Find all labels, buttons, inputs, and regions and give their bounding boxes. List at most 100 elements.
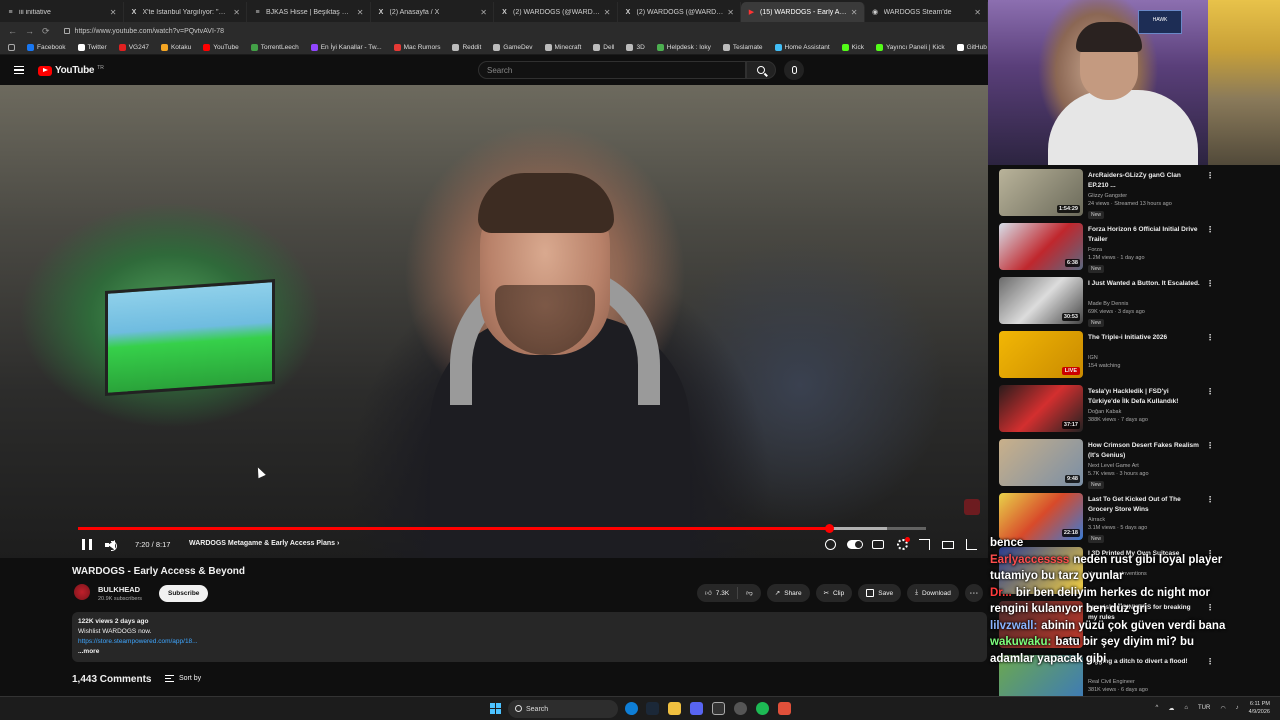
- browser-tab[interactable]: X(2) WARDOGS (@WARDOGS) / X✕: [494, 2, 618, 22]
- bookmark-item[interactable]: Reddit: [452, 43, 481, 51]
- windows-start-icon[interactable]: [490, 703, 501, 714]
- clip-button[interactable]: ✂ Clip: [815, 584, 853, 602]
- taskbar-search[interactable]: Search: [508, 700, 618, 718]
- taskbar-clock[interactable]: 6:11 PM 4/9/2026: [1249, 700, 1270, 716]
- browser-tab[interactable]: ▶ (15) WARDOGS - Early Acce... ✕: [741, 2, 865, 22]
- chrome-icon[interactable]: [734, 702, 747, 715]
- language-indicator[interactable]: TUR: [1198, 705, 1210, 711]
- video-thumbnail[interactable]: 9:48: [999, 439, 1083, 486]
- more-options-icon[interactable]: ⋮: [1206, 387, 1214, 396]
- subscribe-button[interactable]: Subscribe: [159, 585, 209, 602]
- pause-icon[interactable]: [82, 539, 92, 550]
- recommendation-item[interactable]: 6:38 Forza Horizon 6 Official Initial Dri…: [999, 223, 1275, 273]
- channel-name[interactable]: BULKHEAD: [98, 585, 140, 594]
- tab-close-icon[interactable]: ✕: [974, 8, 981, 17]
- obs-icon[interactable]: [712, 702, 725, 715]
- url-field[interactable]: https://www.youtube.com/watch?v=PQvtvAVI…: [58, 28, 224, 35]
- scrubber-handle[interactable]: [824, 524, 834, 533]
- browser-tab[interactable]: X (2) Anasayfa / X ✕: [371, 2, 494, 22]
- save-button[interactable]: Save: [858, 584, 902, 602]
- more-options-icon[interactable]: ⋮: [1206, 441, 1214, 450]
- recommendation-title[interactable]: Forza Horizon 6 Official Initial Drive T…: [1088, 225, 1200, 244]
- autoplay-icon[interactable]: [825, 539, 836, 550]
- recommendation-title[interactable]: How Crimson Desert Fakes Realism (It's G…: [1088, 441, 1200, 460]
- tab-close-icon[interactable]: ✕: [110, 8, 117, 17]
- more-options-icon[interactable]: ⋮: [1206, 171, 1214, 180]
- voice-search-button[interactable]: [784, 60, 804, 80]
- recommendation-channel[interactable]: Doğan Kabak: [1088, 409, 1121, 415]
- fullscreen-icon[interactable]: [966, 539, 977, 550]
- share-button[interactable]: ↗ Share: [766, 584, 810, 602]
- network-icon[interactable]: ⌂: [1184, 705, 1188, 711]
- reload-icon[interactable]: ⟳: [42, 26, 50, 37]
- video-player[interactable]: 7:20 / 8:17 WARDOGS Metagame & Early Acc…: [0, 85, 988, 558]
- recommendation-channel[interactable]: IGN: [1088, 355, 1098, 361]
- bookmark-item[interactable]: GameDev: [493, 43, 533, 51]
- tab-close-icon[interactable]: ✕: [851, 8, 858, 17]
- discord-icon[interactable]: [690, 702, 703, 715]
- bookmark-item[interactable]: Yayıncı Paneli | Kick: [875, 43, 945, 51]
- bookmark-item[interactable]: Twitter: [77, 43, 107, 51]
- tab-close-icon[interactable]: ✕: [233, 8, 240, 17]
- bookmark-item[interactable]: YouTube: [203, 43, 239, 51]
- recommendation-channel[interactable]: Airrack: [1088, 517, 1105, 523]
- spotify-icon[interactable]: [756, 702, 769, 715]
- back-icon[interactable]: ←: [8, 26, 17, 36]
- tab-close-icon[interactable]: ✕: [604, 8, 611, 17]
- app-icon[interactable]: [778, 702, 791, 715]
- like-button[interactable]: 👍︎ 7.3K: [697, 584, 737, 602]
- site-info-icon[interactable]: [63, 28, 70, 34]
- recommendation-channel[interactable]: Glizzy Gangster: [1088, 193, 1127, 199]
- bookmark-item[interactable]: Kotaku: [160, 43, 191, 51]
- bookmark-item[interactable]: TorrentLeech: [250, 43, 299, 51]
- recommendation-title[interactable]: The Triple-i Initiative 2026: [1088, 333, 1200, 343]
- bookmark-item[interactable]: Facebook: [27, 43, 66, 51]
- miniplayer-icon[interactable]: [919, 539, 930, 550]
- recommendation-title[interactable]: ArcRaiders-GLizZy ganG Clan EP.210 ...: [1088, 171, 1200, 190]
- forward-icon[interactable]: →: [25, 26, 34, 36]
- recommendation-item[interactable]: 30:53 I Just Wanted a Button. It Escalate…: [999, 277, 1275, 327]
- bookmark-item[interactable]: Mac Rumors: [393, 43, 440, 51]
- bookmark-item[interactable]: Kick: [841, 43, 864, 51]
- bookmark-item[interactable]: GitHub - obsprojec...: [956, 43, 988, 51]
- bookmark-item[interactable]: Minecraft: [544, 43, 581, 51]
- video-thumbnail[interactable]: 22:18: [999, 493, 1083, 540]
- recommendation-item[interactable]: 37:17 Tesla'yı Hackledik | FSD'yi Türkiye…: [999, 385, 1275, 435]
- bookmark-item[interactable]: Home Assistant: [774, 43, 830, 51]
- bookmark-item[interactable]: VG247: [118, 43, 149, 51]
- browser-tab[interactable]: ◉ WARDOGS Steam'de ✕: [865, 2, 988, 22]
- tab-close-icon[interactable]: ✕: [727, 8, 734, 17]
- browser-tab[interactable]: X(2) WARDOGS (@WARDOGS) / X✕: [618, 2, 741, 22]
- description-box[interactable]: 122K views 2 days ago Wishlist WARDOGS n…: [72, 612, 987, 662]
- steam-taskbar-icon[interactable]: [646, 702, 659, 715]
- video-thumbnail[interactable]: 30:53: [999, 277, 1083, 324]
- file-explorer-icon[interactable]: [668, 702, 681, 715]
- recommendation-item[interactable]: 9:48 How Crimson Desert Fakes Realism (It…: [999, 439, 1275, 489]
- recommendation-channel[interactable]: Forza: [1088, 247, 1102, 253]
- recommendation-title[interactable]: Tesla'yı Hackledik | FSD'yi Türkiye'de İ…: [1088, 387, 1200, 406]
- recommendation-channel[interactable]: Next Level Game Art: [1088, 463, 1139, 469]
- search-input[interactable]: Search: [478, 61, 746, 79]
- recommendation-item[interactable]: LIVE The Triple-i Initiative 2026 IGN 154 w…: [999, 331, 1275, 381]
- more-options-icon[interactable]: ⋮: [1206, 333, 1214, 342]
- speaker-icon[interactable]: ♪: [1236, 705, 1239, 711]
- wifi-icon[interactable]: ◠: [1220, 705, 1225, 712]
- description-link[interactable]: https://store.steampowered.com/app/18...: [78, 637, 981, 647]
- bookmark-item[interactable]: 3D: [626, 43, 645, 51]
- tray-chevron-icon[interactable]: ^: [1156, 705, 1159, 711]
- theater-mode-icon[interactable]: [942, 541, 954, 549]
- sort-comments-button[interactable]: Sort by: [165, 675, 201, 682]
- browser-tab[interactable]: X X'te İstanbul Yargılıyor: "CANLI BL...✕: [124, 2, 247, 22]
- recommendation-item[interactable]: 1:54:29 ArcRaiders-GLizZy ganG Clan EP.21…: [999, 169, 1275, 219]
- download-button[interactable]: ⤓ Download: [907, 584, 959, 602]
- more-options-icon[interactable]: ⋮: [1206, 225, 1214, 234]
- browser-tab[interactable]: ≡ BJKAS Hisse | Beşiktaş Fiyatları - In..…: [247, 2, 371, 22]
- autoplay-toggle[interactable]: [847, 540, 863, 549]
- edge-icon[interactable]: [625, 702, 638, 715]
- recommendation-title[interactable]: Last To Get Kicked Out of The Grocery St…: [1088, 495, 1200, 514]
- video-thumbnail[interactable]: 1:54:29: [999, 169, 1083, 216]
- more-options-icon[interactable]: ⋮: [1206, 495, 1214, 504]
- bookmarks-menu-icon[interactable]: [8, 43, 15, 51]
- onedrive-icon[interactable]: ☁: [1168, 705, 1174, 712]
- settings-gear-icon[interactable]: [897, 537, 910, 550]
